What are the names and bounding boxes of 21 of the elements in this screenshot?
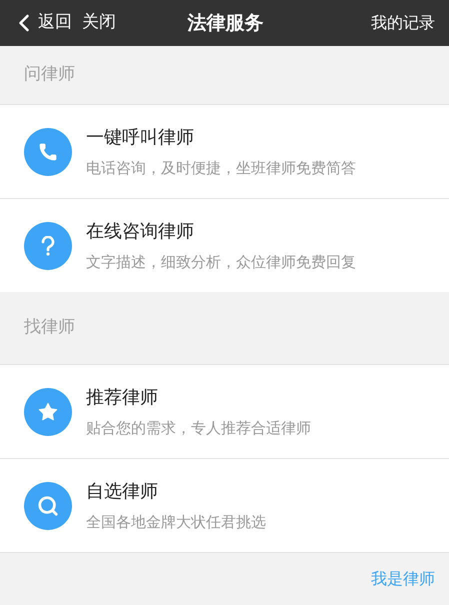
item-description: 文字描述，细致分析，众位律师免费回复 bbox=[86, 252, 356, 273]
item-description: 电话咨询，及时便捷，坐班律师免费简答 bbox=[86, 158, 356, 179]
service-item[interactable]: 在线咨询律师 文字描述，细致分析，众位律师免费回复 bbox=[0, 198, 449, 292]
section-title: 找律师 bbox=[24, 316, 75, 340]
question-icon bbox=[24, 222, 72, 270]
phone-icon bbox=[24, 128, 72, 176]
item-description: 贴合您的需求，专人推荐合适律师 bbox=[86, 418, 311, 439]
records-button[interactable]: 我的记录 bbox=[371, 11, 435, 35]
page-title: 法律服务 bbox=[186, 10, 264, 36]
back-button[interactable]: 返回 bbox=[14, 9, 72, 37]
item-title: 推荐律师 bbox=[86, 386, 159, 410]
section-title: 问律师 bbox=[24, 63, 75, 86]
service-item[interactable]: 一键呼叫律师 电话咨询，及时便捷，坐班律师免费简答 bbox=[0, 104, 449, 198]
item-title: 自选律师 bbox=[86, 480, 159, 504]
service-item[interactable]: 自选律师 全国各地金牌大状任君挑选 bbox=[0, 458, 449, 552]
service-item[interactable]: 推荐律师 贴合您的需求，专人推荐合适律师 bbox=[0, 364, 449, 458]
item-title: 在线咨询律师 bbox=[86, 220, 195, 244]
item-description: 全国各地金牌大状任君挑选 bbox=[86, 512, 266, 533]
close-button[interactable]: 关闭 bbox=[82, 10, 116, 36]
search-icon bbox=[24, 482, 72, 530]
item-title: 一键呼叫律师 bbox=[86, 126, 195, 150]
